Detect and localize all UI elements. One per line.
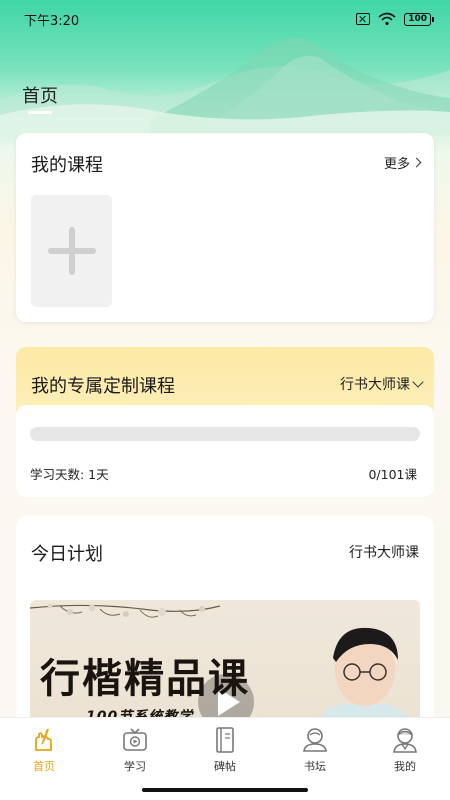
today-plan-title: 今日计划 [31,544,103,565]
forum-icon [303,728,327,752]
tab-rubbings[interactable]: 碑帖 [195,726,255,774]
tab-label: 学习 [124,760,146,773]
tab-study[interactable]: 学习 [105,726,165,774]
wifi-icon [378,12,396,26]
more-courses-link[interactable]: 更多 [383,153,422,172]
active-tab-indicator [28,111,52,114]
profile-icon [393,728,417,753]
tab-label: 书坛 [304,760,326,773]
tab-label: 碑帖 [214,760,236,773]
course-selector[interactable]: 行书大师课 [340,374,424,394]
home-indicator [142,788,308,792]
status-icons: 100 [356,12,434,26]
tab-home-title[interactable]: 首页 [22,82,58,108]
lesson-count: 0/101课 [368,467,417,482]
status-time: 下午3:20 [24,13,80,29]
chevron-down-icon [412,375,424,388]
custom-course-card: 我的专属定制课程 行书大师课 学习天数: 1天 0/101课 [16,347,434,497]
status-bar: 下午3:20 100 [0,0,450,38]
tab-label: 我的 [394,760,416,773]
plan-course-name: 行书大师课 [349,545,419,561]
tab-label: 首页 [33,760,55,773]
my-courses-card: 我的课程 更多 [16,133,434,322]
study-days: 学习天数: 1天 [30,467,109,482]
my-courses-title: 我的课程 [31,155,103,176]
tv-icon [123,728,147,751]
chevron-right-icon [411,157,422,168]
banner-title: 行楷精品课 [40,655,250,702]
book-icon [216,727,234,753]
battery-level: 100 [404,12,431,26]
tab-profile[interactable]: 我的 [375,726,435,774]
custom-course-progress-panel: 学习天数: 1天 0/101课 [16,405,434,497]
plus-icon [47,227,96,275]
battery-icon: 100 [404,12,434,26]
more-label: 更多 [383,157,410,172]
brush-hand-icon [35,728,52,751]
course-banner[interactable]: 行楷精品课 100节系统教学 [30,600,420,736]
tab-home[interactable]: 首页 [14,726,74,774]
add-course-button[interactable] [31,195,112,307]
today-plan-card: 今日计划 行书大师课 行楷精品课 100节系统教学 [16,516,434,736]
no-sim-icon [356,13,371,25]
tab-forum[interactable]: 书坛 [285,726,345,774]
selected-course: 行书大师课 [340,377,410,393]
course-progress-bar [30,427,420,441]
custom-course-title: 我的专属定制课程 [31,376,175,397]
